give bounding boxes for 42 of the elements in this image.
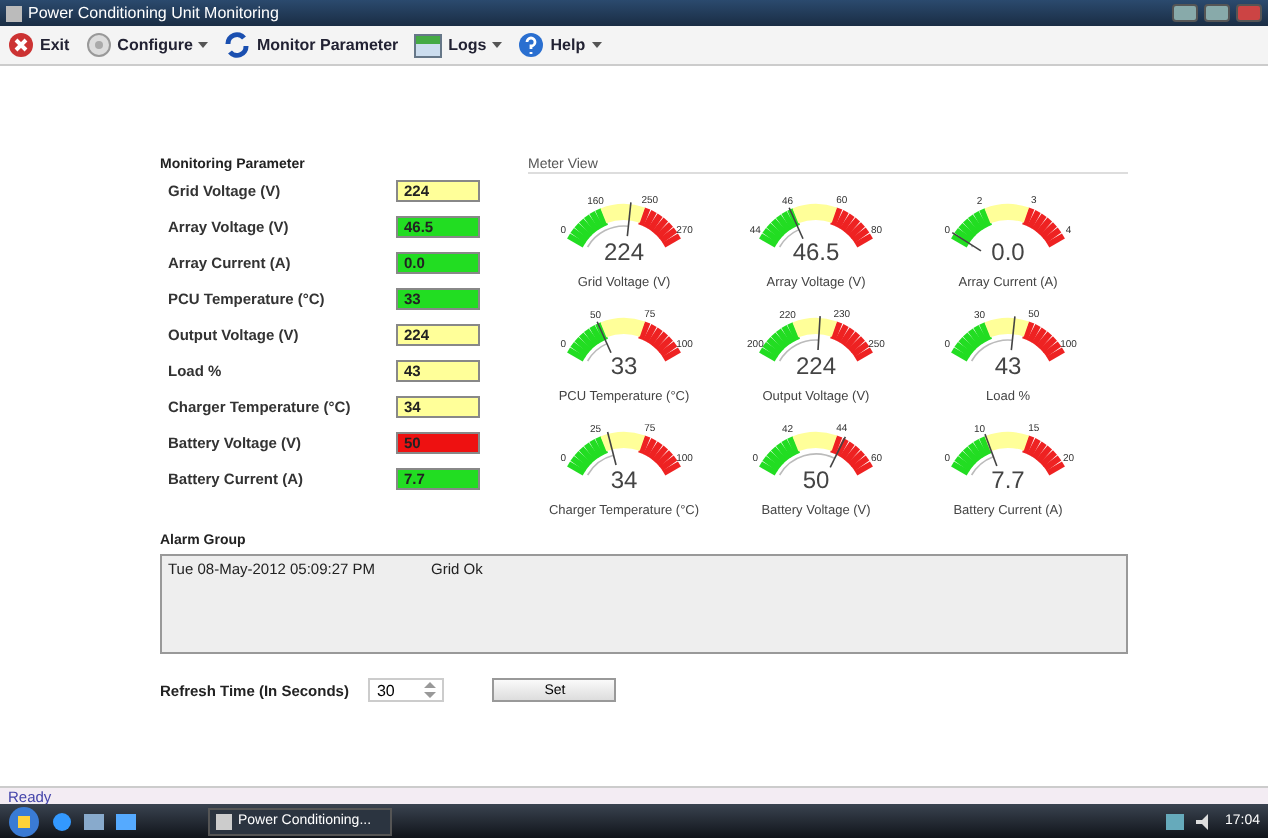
toolbar-button[interactable]: Configure bbox=[85, 32, 209, 58]
close-icon bbox=[8, 32, 34, 58]
gauge-needle bbox=[596, 320, 612, 354]
speaker-icon bbox=[1196, 813, 1213, 829]
caret-icon bbox=[492, 42, 503, 48]
toolbar-button[interactable]: Exit bbox=[8, 32, 70, 58]
gauge-needle bbox=[1010, 315, 1016, 351]
window-icon bbox=[414, 33, 443, 57]
window-title: Power Conditioning Unit Monitoring bbox=[28, 4, 281, 22]
refresh-icon bbox=[224, 32, 251, 58]
caret-icon bbox=[591, 42, 602, 48]
gauge-needle bbox=[626, 201, 632, 237]
browser-icon[interactable] bbox=[52, 811, 72, 831]
gauge-needle bbox=[817, 315, 821, 351]
help-icon bbox=[518, 32, 545, 58]
app-icon bbox=[6, 5, 22, 21]
spin-arrows-icon bbox=[424, 682, 437, 698]
meter-reading: 224 bbox=[603, 238, 645, 270]
network-icon bbox=[1166, 813, 1185, 829]
window-icon[interactable] bbox=[116, 811, 136, 831]
meter-reading: 46.5 bbox=[792, 238, 840, 270]
start-button[interactable] bbox=[8, 805, 40, 837]
meter-reading: 33 bbox=[610, 352, 638, 384]
minimize-button[interactable] bbox=[1172, 4, 1198, 22]
toolbar-button[interactable]: Logs bbox=[414, 33, 503, 57]
toolbar-button[interactable]: Help bbox=[518, 32, 602, 58]
app-icon bbox=[216, 813, 232, 829]
meter-reading: 50 bbox=[802, 466, 830, 498]
toolbar-button[interactable]: Monitor Parameter bbox=[224, 32, 399, 58]
refresh-spinner[interactable]: 30 bbox=[368, 678, 445, 702]
gauge-needle bbox=[829, 436, 847, 469]
maximize-button[interactable] bbox=[1204, 4, 1230, 22]
meter-reading: 0.0 bbox=[991, 238, 1025, 270]
meter-reading: 43 bbox=[994, 352, 1022, 384]
gauge-needle bbox=[606, 431, 617, 466]
meter-reading: 7.7 bbox=[991, 466, 1025, 498]
gauge-needle bbox=[984, 433, 998, 467]
meter-reading: 34 bbox=[610, 466, 638, 498]
gauge-needle bbox=[951, 231, 982, 252]
gauge-needle bbox=[788, 206, 804, 240]
meter-reading: 224 bbox=[795, 352, 837, 384]
caret-icon bbox=[198, 42, 209, 48]
